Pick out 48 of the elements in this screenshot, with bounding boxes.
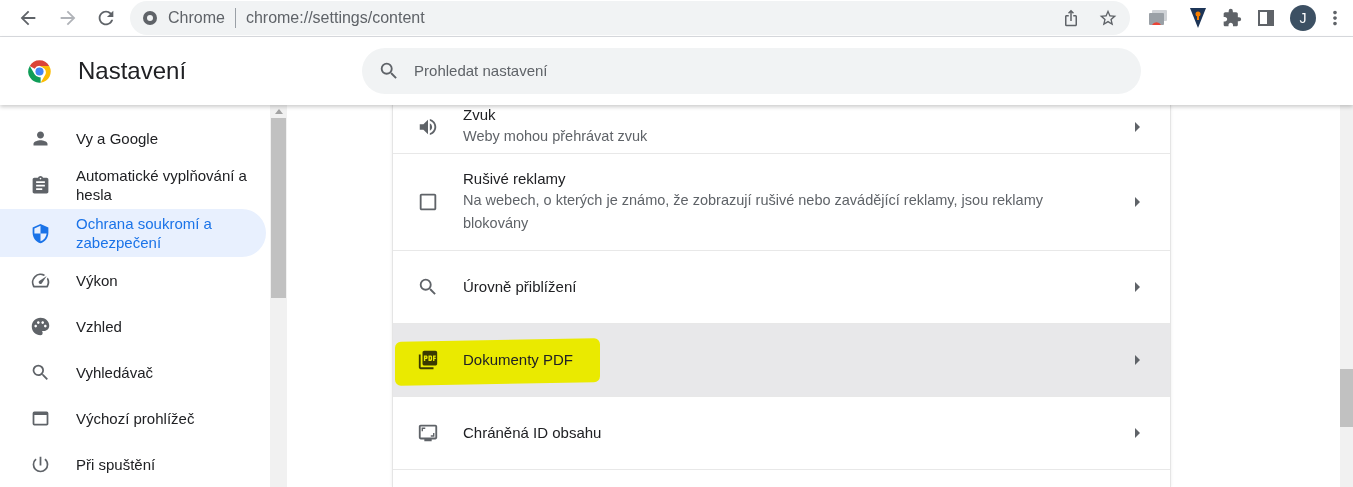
row-title: Úrovně přiblížení [463,277,578,297]
star-icon[interactable] [1098,8,1118,28]
settings-row[interactable]: Chráněná ID obsahu [393,397,1170,470]
search-bar[interactable]: Prohledat nastavení [362,48,1142,94]
chrome-logo-icon [26,57,53,85]
settings-row[interactable]: Zvuk Weby mohou přehrávat zvuk [393,105,1170,154]
row-title: Zvuk [463,105,497,125]
puzzle-icon[interactable] [1222,8,1242,28]
sidebar-item[interactable]: Vyhledávač [0,349,266,395]
settings-row[interactable]: Rušivé reklamy Na webech, o kterých je známo, že zobrazují rušivé nebo zavádějící reklamy, jsou reklamy blokovány [393,154,1170,251]
profile-avatar[interactable]: J [1290,5,1316,31]
clipboard-icon [30,174,51,196]
page-scrollbar[interactable] [1340,105,1353,487]
sidebar-scrollbar[interactable] [270,105,287,487]
arrow-right-icon [1135,197,1140,207]
row-title: Chráněná ID obsahu [463,423,603,443]
address-bar[interactable]: Chrome chrome://settings/content [130,1,1130,35]
sidebar-item[interactable]: Ochrana soukromí a zabezpečení [0,209,266,257]
row-title: Rušivé reklamy [463,169,567,189]
url-text: chrome://settings/content [245,8,425,28]
sidebar-item[interactable]: Vzhled [0,303,266,349]
shield-icon [30,222,51,244]
vpn-extension-icon[interactable] [1190,8,1206,28]
sidebar-item[interactable]: Výchozí prohlížeč [0,395,266,441]
row-description: Weby mohou přehrávat zvuk [463,127,649,146]
sidebar-item[interactable]: Automatické vyplňování a hesla [0,161,266,209]
search-input[interactable]: Prohledat nastavení [414,59,1126,83]
settings-row[interactable]: Úrovně přiblížení [393,251,1170,324]
row-title: Dokumenty PDF [463,350,575,370]
site-label: Chrome [168,8,225,28]
share-icon[interactable] [1062,9,1080,27]
arrow-right-icon [1135,282,1140,292]
chrome-site-icon [142,10,158,26]
arrow-right-icon [1135,428,1140,438]
settings-title: Nastavení [78,56,187,86]
cast-extension-icon[interactable] [1148,9,1168,27]
sidebar-item[interactable]: Výkon [0,257,266,303]
window-icon [417,191,439,213]
arrow-right-icon [1135,121,1140,132]
sidebar-item[interactable]: Při spuštění [0,441,266,487]
arrow-right-icon [1135,355,1140,365]
sidebar-item[interactable]: Vy a Google [0,115,266,161]
row-description: Na webech, o kterých je známo, že zobrazují rušivé nebo zavádějící reklamy, jsou reklamy blokovány [463,191,1044,233]
settings-row[interactable]: Dokumenty PDF [393,324,1170,397]
palette-icon [30,315,51,337]
search-icon [417,276,439,298]
pdf-icon [417,349,439,371]
side-panel-icon[interactable] [1258,10,1274,26]
